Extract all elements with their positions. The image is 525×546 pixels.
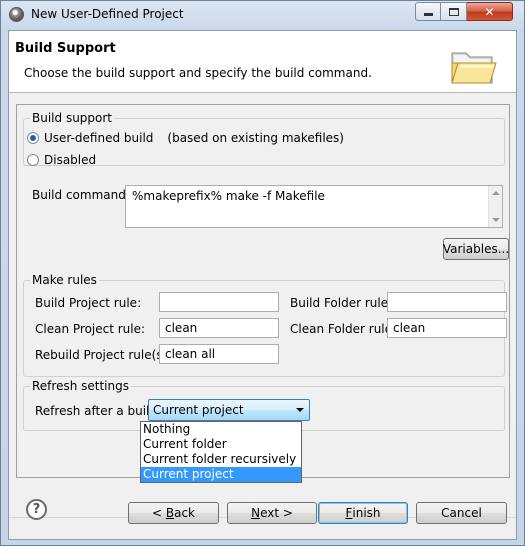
radio-disabled[interactable]: Disabled: [27, 153, 96, 167]
build-project-rule-label: Build Project rule:: [35, 296, 142, 310]
radio-unchecked-icon: [27, 154, 39, 166]
eclipse-app-icon: [9, 7, 24, 22]
variables-button[interactable]: Variables...: [443, 238, 509, 260]
dropdown-option-current-project[interactable]: Current project: [141, 467, 301, 482]
dropdown-option-current-folder-recursively[interactable]: Current folder recursively: [141, 452, 301, 467]
wizard-header: Build Support Choose the build support a…: [9, 31, 516, 93]
back-mnemonic: B: [165, 506, 175, 520]
chevron-down-icon[interactable]: [296, 408, 304, 412]
finish-rest: inish: [352, 506, 381, 520]
scroll-up-icon[interactable]: [492, 191, 500, 195]
page-description: Choose the build support and specify the…: [24, 66, 372, 80]
help-icon[interactable]: ?: [26, 499, 47, 520]
make-rules-legend: Make rules: [32, 273, 97, 287]
back-prefix: <: [151, 506, 166, 520]
clean-project-rule-field[interactable]: [159, 318, 279, 338]
refresh-after-build-label: Refresh after a build:: [35, 404, 162, 418]
clean-folder-rule-field[interactable]: [387, 318, 507, 338]
build-command-label: Build command:: [32, 188, 130, 202]
refresh-dropdown-list: Nothing Current folder Current folder re…: [140, 421, 302, 483]
minimize-icon: [423, 13, 433, 16]
minimize-button[interactable]: [415, 2, 441, 21]
radio-label: User-defined build: [44, 131, 154, 145]
next-button[interactable]: Next >: [227, 502, 317, 524]
finish-mnemonic: F: [345, 506, 353, 520]
build-command-field[interactable]: %makeprefix% make -f Makefile: [125, 185, 503, 228]
next-mnemonic: N: [251, 506, 261, 520]
window-title: New User-Defined Project: [31, 7, 184, 21]
next-rest: ext >: [260, 506, 293, 520]
back-button[interactable]: < Back: [128, 502, 219, 524]
dropdown-option-nothing[interactable]: Nothing: [141, 422, 301, 437]
rebuild-project-rule-field[interactable]: [159, 344, 279, 364]
refresh-settings-legend: Refresh settings: [32, 379, 129, 393]
open-folder-icon: [451, 52, 497, 84]
build-project-rule-field[interactable]: [159, 292, 279, 312]
dialog-client: Build Support Choose the build support a…: [8, 30, 517, 540]
refresh-after-build-select[interactable]: Current project: [148, 399, 310, 421]
dropdown-option-current-folder[interactable]: Current folder: [141, 437, 301, 452]
build-folder-rule-label: Build Folder rule:: [290, 296, 393, 310]
build-command-scrollbar[interactable]: [488, 186, 502, 227]
refresh-selected-value: Current project: [153, 403, 244, 417]
page-title: Build Support: [15, 41, 116, 56]
dialog-window: New User-Defined Project ✕ Build Support…: [0, 0, 525, 546]
radio-label: Disabled: [44, 153, 97, 167]
clean-project-rule-label: Clean Project rule:: [35, 322, 146, 336]
radio-user-defined-build[interactable]: User-defined build (based on existing ma…: [27, 131, 344, 145]
scroll-down-icon[interactable]: [492, 218, 500, 222]
build-folder-rule-field[interactable]: [387, 292, 507, 312]
cancel-button[interactable]: Cancel: [416, 502, 507, 524]
close-icon: ✕: [484, 4, 495, 19]
clean-folder-rule-label: Clean Folder rule:: [290, 322, 397, 336]
maximize-icon: [448, 7, 459, 16]
back-rest: ack: [174, 506, 195, 520]
build-support-legend: Build support: [32, 111, 113, 125]
radio-checked-icon: [27, 132, 39, 144]
title-bar[interactable]: New User-Defined Project ✕: [1, 1, 524, 29]
finish-button[interactable]: Finish: [318, 502, 408, 524]
close-button[interactable]: ✕: [467, 2, 513, 21]
radio-note: (based on existing makefiles): [167, 131, 344, 145]
maximize-button[interactable]: [441, 2, 467, 21]
rebuild-project-rule-label: Rebuild Project rule(s):: [35, 348, 172, 362]
